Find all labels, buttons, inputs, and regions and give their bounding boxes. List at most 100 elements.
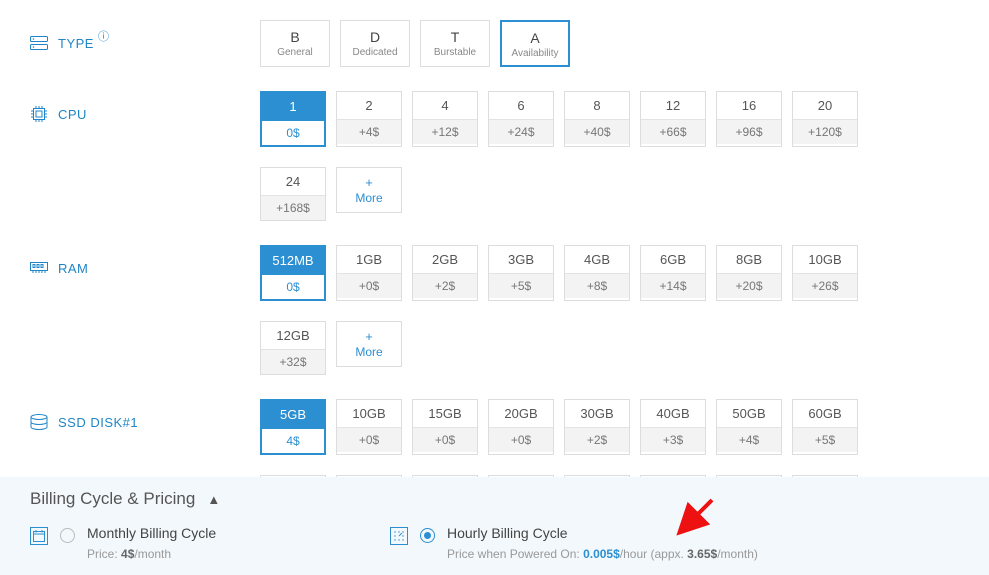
cpu-option[interactable]: 20+120$ [792,91,858,147]
disk-option-value: 10GB [337,400,401,427]
disk-option-value: 60GB [793,400,857,427]
info-icon[interactable]: ⓘ [98,28,110,44]
disk-icon [30,413,48,431]
type-option-code: T [424,29,486,45]
cpu-option-price: +40$ [565,119,629,144]
cpu-option-value: 1 [262,93,324,120]
cpu-option-price: +4$ [337,119,401,144]
ram-option-value: 12GB [261,322,325,349]
ram-option-price: +0$ [337,273,401,298]
cpu-option-value: 6 [489,92,553,119]
type-option[interactable]: D Dedicated [340,20,410,67]
hourly-price-hour-suffix: /hour [620,547,647,561]
monthly-price-suffix: /month [134,547,171,561]
ram-label-text: RAM [58,261,88,276]
hourly-appx-suffix: /month) [717,547,758,561]
ram-option-value: 1GB [337,246,401,273]
more-label: More [355,345,382,359]
server-icon [30,34,48,52]
disk-option-price: +4$ [717,427,781,452]
ram-option-value: 6GB [641,246,705,273]
disk-option[interactable]: 15GB+0$ [412,399,478,455]
hourly-appx-prefix: (appx. [647,547,687,561]
hourly-radio[interactable] [420,528,435,543]
ram-option[interactable]: 12GB+32$ [260,321,326,375]
cpu-option-value: 2 [337,92,401,119]
billing-panel-header[interactable]: Billing Cycle & Pricing ▲ [30,489,959,509]
cpu-option[interactable]: 10$ [260,91,326,147]
type-option[interactable]: AAvailability [500,20,570,67]
disk-label-text: SSD DISK#1 [58,415,138,430]
ram-option-price: +26$ [793,273,857,298]
ram-row: RAM 512MB0$1GB+0$2GB+2$3GB+5$4GB+8$6GB+1… [30,245,959,375]
cpu-option[interactable]: 16+96$ [716,91,782,147]
cpu-option-value: 24 [261,168,325,195]
disk-option-value: 15GB [413,400,477,427]
billing-panel-title: Billing Cycle & Pricing [30,489,195,509]
billing-cycle-monthly[interactable]: Monthly Billing Cycle Price: 4$/month [30,525,330,561]
ram-option-value: 8GB [717,246,781,273]
cpu-option-more-button[interactable]: +More [336,167,402,213]
disk-option-price: +2$ [565,427,629,452]
ram-label: RAM [30,245,260,277]
type-label: TYPE ⓘ [30,20,260,52]
ram-option-value: 3GB [489,246,553,273]
ram-option[interactable]: 6GB+14$ [640,245,706,301]
cpu-option[interactable]: 24+168$ [260,167,326,221]
ram-option-value: 10GB [793,246,857,273]
type-option-name: Dedicated [344,47,406,58]
disk-option[interactable]: 60GB+5$ [792,399,858,455]
hourly-price: Price when Powered On: 0.005$/hour (appx… [447,547,758,561]
plus-icon: + [365,175,373,190]
type-option-code: D [344,29,406,45]
cpu-options: 10$2+4$4+12$6+24$8+40$12+66$16+96$20+120… [260,91,959,221]
cpu-option[interactable]: 2+4$ [336,91,402,147]
disk-option-value: 50GB [717,400,781,427]
ram-option-value: 2GB [413,246,477,273]
disk-option[interactable]: 20GB+0$ [488,399,554,455]
disk-option[interactable]: 10GB+0$ [336,399,402,455]
cpu-option-price: +12$ [413,119,477,144]
ram-option[interactable]: 1GB+0$ [336,245,402,301]
ram-option-more-button[interactable]: +More [336,321,402,367]
type-option-name: Burstable [424,47,486,58]
monthly-price-value: 4$ [121,547,134,561]
cpu-option[interactable]: 6+24$ [488,91,554,147]
more-label: More [355,191,382,205]
ram-option[interactable]: 8GB+20$ [716,245,782,301]
cpu-label: CPU [30,91,260,123]
type-option[interactable]: T Burstable [420,20,490,67]
cpu-option[interactable]: 4+12$ [412,91,478,147]
ram-option[interactable]: 10GB+26$ [792,245,858,301]
cpu-option-value: 8 [565,92,629,119]
type-option-code: B [264,29,326,45]
ram-option[interactable]: 512MB0$ [260,245,326,301]
disk-option-price: +0$ [413,427,477,452]
disk-option[interactable]: 5GB4$ [260,399,326,455]
ram-option[interactable]: 3GB+5$ [488,245,554,301]
billing-cycle-hourly[interactable]: Hourly Billing Cycle Price when Powered … [390,525,758,561]
monthly-radio[interactable] [60,528,75,543]
cpu-option-price: 0$ [262,120,324,145]
disk-option[interactable]: 40GB+3$ [640,399,706,455]
cpu-icon [30,105,48,123]
ram-option-price: +20$ [717,273,781,298]
monthly-label: Monthly Billing Cycle [87,525,216,541]
disk-option[interactable]: 30GB+2$ [564,399,630,455]
type-label-text: TYPE [58,36,94,51]
type-option[interactable]: BGeneral [260,20,330,67]
hourly-appx-value: 3.65$ [687,547,717,561]
cpu-option[interactable]: 12+66$ [640,91,706,147]
billing-panel: Billing Cycle & Pricing ▲ Monthly Billin… [0,477,989,575]
type-option-code: A [505,30,565,46]
calendar-icon [30,527,48,545]
ram-option[interactable]: 4GB+8$ [564,245,630,301]
cpu-option-value: 20 [793,92,857,119]
cpu-option-price: +24$ [489,119,553,144]
disk-option[interactable]: 50GB+4$ [716,399,782,455]
cpu-option-price: +120$ [793,119,857,144]
cpu-option[interactable]: 8+40$ [564,91,630,147]
monthly-price-prefix: Price: [87,547,121,561]
ram-option[interactable]: 2GB+2$ [412,245,478,301]
chevron-up-icon[interactable]: ▲ [207,492,220,507]
